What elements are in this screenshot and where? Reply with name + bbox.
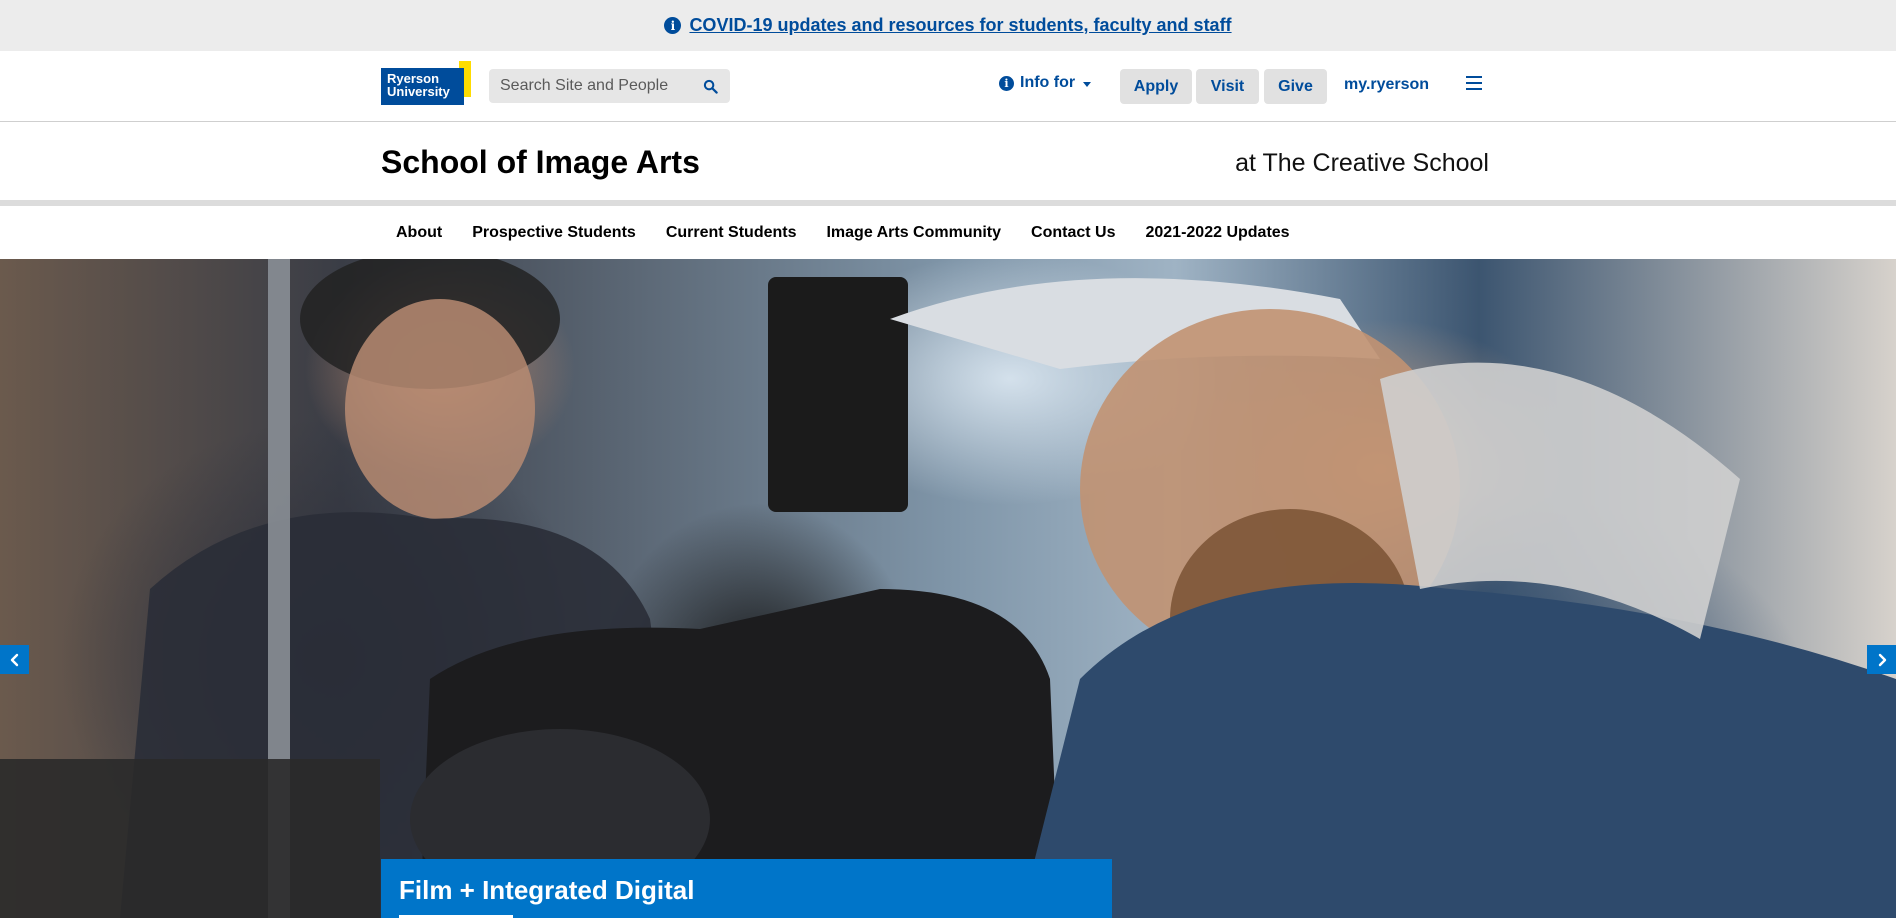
info-for-label: Info for (1020, 74, 1076, 91)
nav-item-image-arts-community[interactable]: Image Arts Community (811, 224, 1016, 242)
apply-button[interactable]: Apply (1120, 69, 1192, 104)
info-icon: i (664, 17, 682, 34)
slide-caption[interactable]: Film + Integrated Digital (381, 859, 1112, 918)
covid-alert-link[interactable]: i COVID-19 updates and resources for stu… (664, 15, 1232, 36)
slide-caption-title: Film + Integrated Digital (399, 875, 695, 905)
hamburger-menu-icon[interactable] (1466, 76, 1482, 90)
slideshow-prev-button[interactable] (0, 645, 29, 674)
slideshow-next-button[interactable] (1867, 645, 1896, 674)
my-ryerson-link[interactable]: my.ryerson (1344, 76, 1429, 94)
caret-down-icon (1083, 81, 1092, 87)
logo-line2: University (387, 84, 450, 99)
info-for-dropdown[interactable]: i Info for (999, 74, 1092, 92)
nav-item-about[interactable]: About (381, 224, 457, 242)
hero-slideshow: Film + Integrated Digital (0, 259, 1896, 918)
title-band: School of Image Arts at The Creative Sch… (0, 122, 1896, 206)
nav-item-prospective-students[interactable]: Prospective Students (457, 224, 651, 242)
nav-item-contact-us[interactable]: Contact Us (1016, 224, 1130, 242)
nav-item-current-students[interactable]: Current Students (651, 224, 812, 242)
info-icon: i (999, 75, 1014, 91)
visit-button[interactable]: Visit (1196, 69, 1259, 104)
site-header: Ryerson University i Info for Apply Visi… (0, 51, 1896, 122)
search-input[interactable] (489, 77, 689, 95)
page-title[interactable]: School of Image Arts (381, 144, 700, 181)
covid-alert-banner: i COVID-19 updates and resources for stu… (0, 0, 1896, 51)
ryerson-logo[interactable]: Ryerson University (381, 61, 471, 105)
logo-box: Ryerson University (381, 68, 464, 105)
search-box (489, 69, 730, 103)
main-nav: About Prospective Students Current Stude… (0, 206, 1896, 259)
give-button[interactable]: Give (1264, 69, 1327, 104)
nav-item-2021-2022-updates[interactable]: 2021-2022 Updates (1130, 224, 1304, 242)
creative-school-link[interactable]: at The Creative School (1235, 149, 1489, 178)
covid-alert-text: COVID-19 updates and resources for stude… (689, 15, 1232, 35)
chevron-right-icon (1878, 653, 1886, 666)
hero-photo (0, 259, 1896, 918)
search-icon[interactable] (703, 79, 718, 94)
chevron-left-icon (10, 653, 18, 666)
